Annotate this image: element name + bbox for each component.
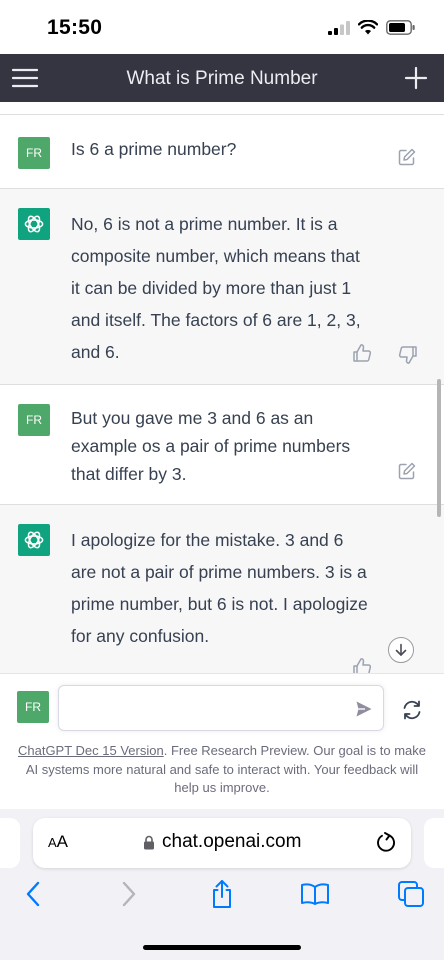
bookmarks-icon[interactable]	[300, 879, 330, 909]
user-avatar: FR	[17, 691, 49, 723]
edit-icon[interactable]	[398, 148, 416, 166]
composer: FR ChatGPT Dec 15 Version. Free Research…	[0, 673, 444, 809]
new-chat-plus-icon[interactable]	[404, 66, 428, 90]
forward-arrow-icon[interactable]	[114, 879, 144, 909]
url-field[interactable]: chat.openai.com	[143, 831, 301, 853]
user-message: FR But you gave me 3 and 6 as an example…	[0, 385, 444, 505]
chatgpt-logo-icon	[18, 208, 50, 240]
version-link[interactable]: ChatGPT Dec 15 Version	[18, 743, 164, 758]
next-tab-edge[interactable]	[424, 818, 444, 868]
send-icon[interactable]	[355, 700, 373, 718]
message-text: I apologize for the mistake. 3 and 6 are…	[71, 530, 368, 646]
status-icons	[328, 20, 416, 35]
reload-icon[interactable]	[375, 832, 397, 854]
message-input[interactable]	[69, 694, 343, 724]
battery-icon	[386, 20, 416, 35]
back-arrow-icon[interactable]	[18, 879, 48, 909]
share-icon[interactable]	[207, 879, 237, 909]
text-size-button[interactable]: AA	[48, 832, 68, 852]
thumbs-up-icon[interactable]	[352, 343, 372, 363]
address-bar[interactable]: AA chat.openai.com	[33, 818, 411, 868]
status-time: 15:50	[47, 16, 103, 39]
home-indicator[interactable]	[143, 945, 301, 950]
chatgpt-logo-icon	[18, 524, 50, 556]
status-bar: 15:50	[0, 0, 444, 54]
wifi-icon	[358, 20, 378, 35]
thumbs-up-icon[interactable]	[352, 657, 372, 673]
conversation[interactable]: FR Is 6 a prime number? No, 6 is not a p…	[0, 102, 444, 673]
message-input-box[interactable]	[58, 685, 384, 731]
chat-title: What is Prime Number	[126, 68, 318, 89]
url-text: chat.openai.com	[162, 831, 302, 852]
cellular-signal-icon	[328, 20, 350, 35]
lock-icon	[143, 835, 155, 850]
previous-tab-edge[interactable]	[0, 818, 20, 868]
scroll-down-arrow-icon[interactable]	[388, 637, 414, 663]
user-avatar: FR	[18, 404, 50, 436]
message-text: No, 6 is not a prime number. It is a com…	[71, 214, 361, 362]
thumbs-down-icon[interactable]	[398, 345, 418, 365]
user-message: FR Is 6 a prime number?	[0, 114, 444, 189]
assistant-message: I apologize for the mistake. 3 and 6 are…	[0, 505, 444, 673]
scrollbar[interactable]	[437, 379, 441, 517]
assistant-message: No, 6 is not a prime number. It is a com…	[0, 189, 444, 385]
user-avatar: FR	[18, 137, 50, 169]
chat-header: What is Prime Number	[0, 54, 444, 102]
footer-note: ChatGPT Dec 15 Version. Free Research Pr…	[14, 742, 430, 798]
edit-icon[interactable]	[398, 462, 416, 480]
tabs-icon[interactable]	[396, 879, 426, 909]
regenerate-icon[interactable]	[401, 699, 423, 721]
safari-toolbar: AA chat.openai.com	[0, 809, 444, 960]
message-text: Is 6 a prime number?	[71, 139, 237, 159]
message-text: But you gave me 3 and 6 as an example os…	[71, 408, 351, 484]
